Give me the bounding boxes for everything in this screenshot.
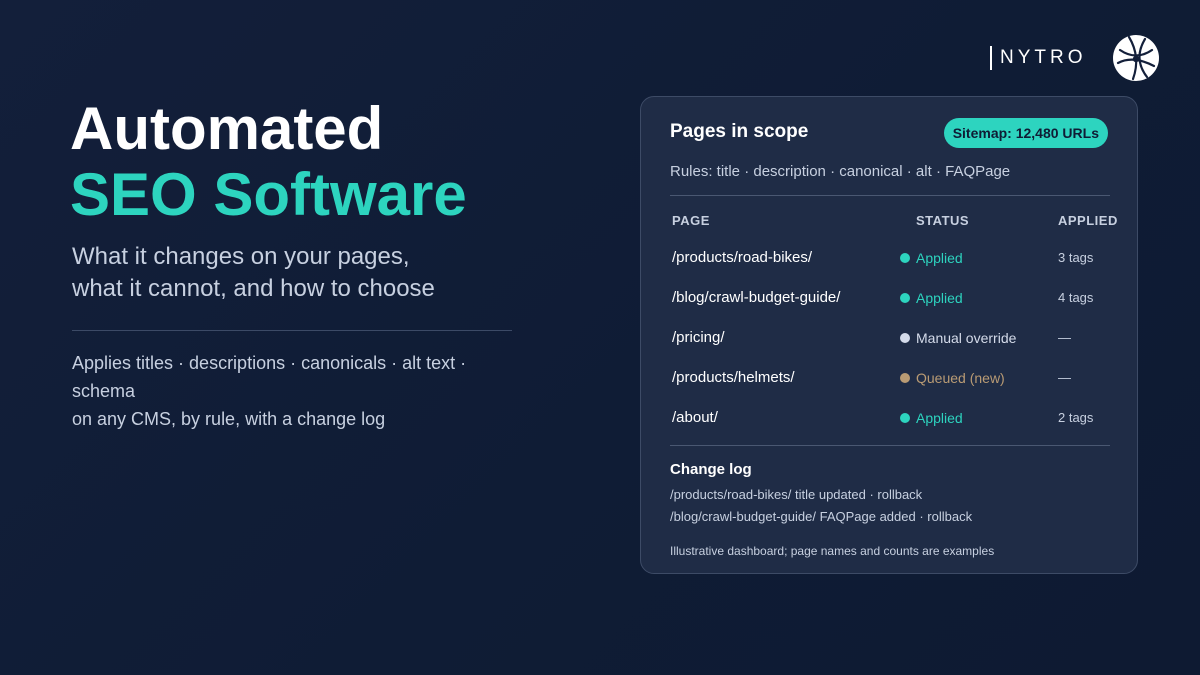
table-row: /blog/crawl-budget-guide/ Applied 4 tags bbox=[641, 288, 1137, 310]
row-status: Applied bbox=[900, 288, 963, 308]
row-page: /pricing/ bbox=[672, 329, 725, 346]
row-status-label: Manual override bbox=[916, 330, 1017, 346]
hero-subtitle-line2: what it cannot, and how to choose bbox=[72, 275, 435, 302]
hero-title: Automated SEO Software bbox=[70, 96, 467, 228]
row-page: /about/ bbox=[672, 409, 718, 426]
row-status-label: Applied bbox=[916, 250, 963, 266]
card-footnote: Illustrative dashboard; page names and c… bbox=[670, 544, 995, 558]
row-status: Applied bbox=[900, 248, 963, 268]
hero-subtitle-line1: What it changes on your pages, bbox=[72, 243, 410, 270]
hero-divider bbox=[72, 330, 512, 331]
hero-description-line2: on any CMS, by rule, with a change log bbox=[72, 409, 386, 429]
hero-title-line1: Automated bbox=[70, 95, 384, 162]
sitemap-badge: Sitemap: 12,480 URLs bbox=[943, 118, 1108, 148]
status-dot bbox=[900, 333, 910, 343]
table-row: /products/helmets/ Queued (new) — bbox=[641, 368, 1137, 390]
row-page: /products/helmets/ bbox=[672, 369, 795, 386]
row-applied: — bbox=[1058, 370, 1071, 385]
row-status: Applied bbox=[900, 408, 963, 428]
hero-title-line2: SEO Software bbox=[70, 161, 467, 228]
table-row: /products/road-bikes/ Applied 3 tags bbox=[641, 248, 1137, 270]
status-dot bbox=[900, 373, 910, 383]
row-page: /blog/crawl-budget-guide/ bbox=[672, 289, 841, 306]
row-status: Manual override bbox=[900, 328, 1016, 348]
row-status-label: Applied bbox=[916, 410, 963, 426]
row-status-label: Applied bbox=[916, 290, 963, 306]
change-log-title: Change log bbox=[670, 461, 752, 478]
row-status-label: Queued (new) bbox=[916, 370, 1005, 386]
hero-description-line1: Applies titles · descriptions · canonica… bbox=[72, 353, 467, 401]
change-log-entry: /blog/crawl-budget-guide/ FAQPage added … bbox=[670, 509, 973, 524]
status-dot bbox=[900, 293, 910, 303]
brand-divider bbox=[990, 46, 992, 70]
pages-in-scope-card: Pages in scope Sitemap: 12,480 URLs Rule… bbox=[640, 96, 1138, 574]
row-applied: 4 tags bbox=[1058, 290, 1094, 305]
row-applied: — bbox=[1058, 330, 1071, 345]
row-status: Queued (new) bbox=[900, 368, 1005, 388]
brand-logo: NYTRO bbox=[990, 33, 1159, 83]
card-divider-bottom bbox=[670, 445, 1110, 446]
table-row: /about/ Applied 2 tags bbox=[641, 408, 1137, 430]
table-row: /pricing/ Manual override — bbox=[641, 328, 1137, 350]
hero-subtitle: What it changes on your pages, what it c… bbox=[72, 241, 532, 305]
brand-name: NYTRO bbox=[1000, 47, 1087, 68]
hero-description: Applies titles · descriptions · canonica… bbox=[72, 349, 532, 433]
change-log-entry: /products/road-bikes/ title updated · ro… bbox=[670, 487, 923, 502]
rules-text: Rules: title · description · canonical ·… bbox=[670, 163, 1011, 180]
row-applied: 2 tags bbox=[1058, 410, 1094, 425]
globe-network-icon bbox=[1113, 35, 1159, 81]
status-dot bbox=[900, 253, 910, 263]
column-header-applied: APPLIED bbox=[1058, 213, 1118, 228]
card-divider-top bbox=[670, 195, 1110, 196]
card-title: Pages in scope bbox=[670, 121, 809, 142]
row-page: /products/road-bikes/ bbox=[672, 249, 813, 266]
column-header-status: STATUS bbox=[916, 213, 970, 228]
row-applied: 3 tags bbox=[1058, 250, 1094, 265]
column-header-page: PAGE bbox=[672, 213, 710, 228]
status-dot bbox=[900, 413, 910, 423]
